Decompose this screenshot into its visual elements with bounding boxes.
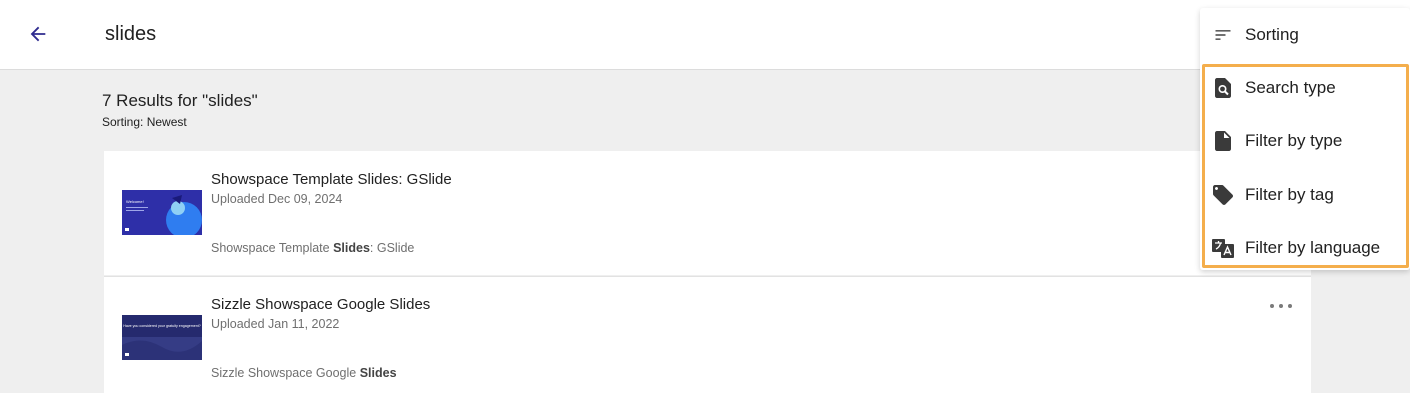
more-options-button[interactable] xyxy=(1270,297,1292,315)
slide-thumbnail[interactable]: Have you considered your gratuity engage… xyxy=(122,315,202,360)
menu-item-search-type[interactable]: Search type xyxy=(1200,68,1410,108)
search-query[interactable]: slides xyxy=(105,23,156,46)
arrow-back-icon xyxy=(30,26,46,42)
dot xyxy=(1270,304,1274,308)
menu-item-filter-language[interactable]: Filter by language xyxy=(1200,228,1410,268)
thumb-text: Welcome! xyxy=(126,199,144,204)
result-card[interactable]: Have you considered your gratuity engage… xyxy=(104,276,1311,393)
menu-item-label: Filter by language xyxy=(1245,238,1381,257)
card-date: Uploaded Dec 09, 2024 xyxy=(211,192,343,206)
menu-item-label: Filter by type xyxy=(1245,131,1343,150)
options-menu: Sorting Search type Filter by type Filte… xyxy=(1200,8,1410,270)
tag-icon xyxy=(1211,183,1235,207)
card-snippet: Showspace Template Slides: GSlide xyxy=(211,241,415,255)
sort-icon xyxy=(1211,23,1235,47)
file-icon xyxy=(1211,129,1235,153)
card-title[interactable]: Sizzle Showspace Google Slides xyxy=(211,296,430,313)
card-snippet: Sizzle Showspace Google Slides xyxy=(211,366,397,380)
dot xyxy=(1279,304,1283,308)
dot xyxy=(1288,304,1292,308)
slide-thumbnail[interactable]: Welcome! xyxy=(122,190,202,235)
result-card[interactable]: Welcome! Showspace Template Slides: GSli… xyxy=(104,151,1311,275)
menu-item-filter-tag[interactable]: Filter by tag xyxy=(1200,175,1410,215)
results-sorting: Sorting: Newest xyxy=(102,115,187,129)
menu-item-sorting[interactable]: Sorting xyxy=(1200,15,1410,55)
menu-item-label: Sorting xyxy=(1245,25,1299,44)
menu-item-label: Filter by tag xyxy=(1245,185,1334,204)
top-bar: slides xyxy=(0,0,1410,70)
menu-item-label: Search type xyxy=(1245,78,1336,97)
card-title[interactable]: Showspace Template Slides: GSlide xyxy=(211,171,452,188)
menu-item-filter-type[interactable]: Filter by type xyxy=(1200,121,1410,161)
card-date: Uploaded Jan 11, 2022 xyxy=(211,317,340,331)
translate-icon xyxy=(1211,236,1235,260)
search-type-icon xyxy=(1211,76,1235,100)
back-button[interactable] xyxy=(24,20,52,48)
results-title: 7 Results for "slides" xyxy=(102,91,258,110)
thumb-text: Have you considered your gratuity engage… xyxy=(123,324,201,328)
